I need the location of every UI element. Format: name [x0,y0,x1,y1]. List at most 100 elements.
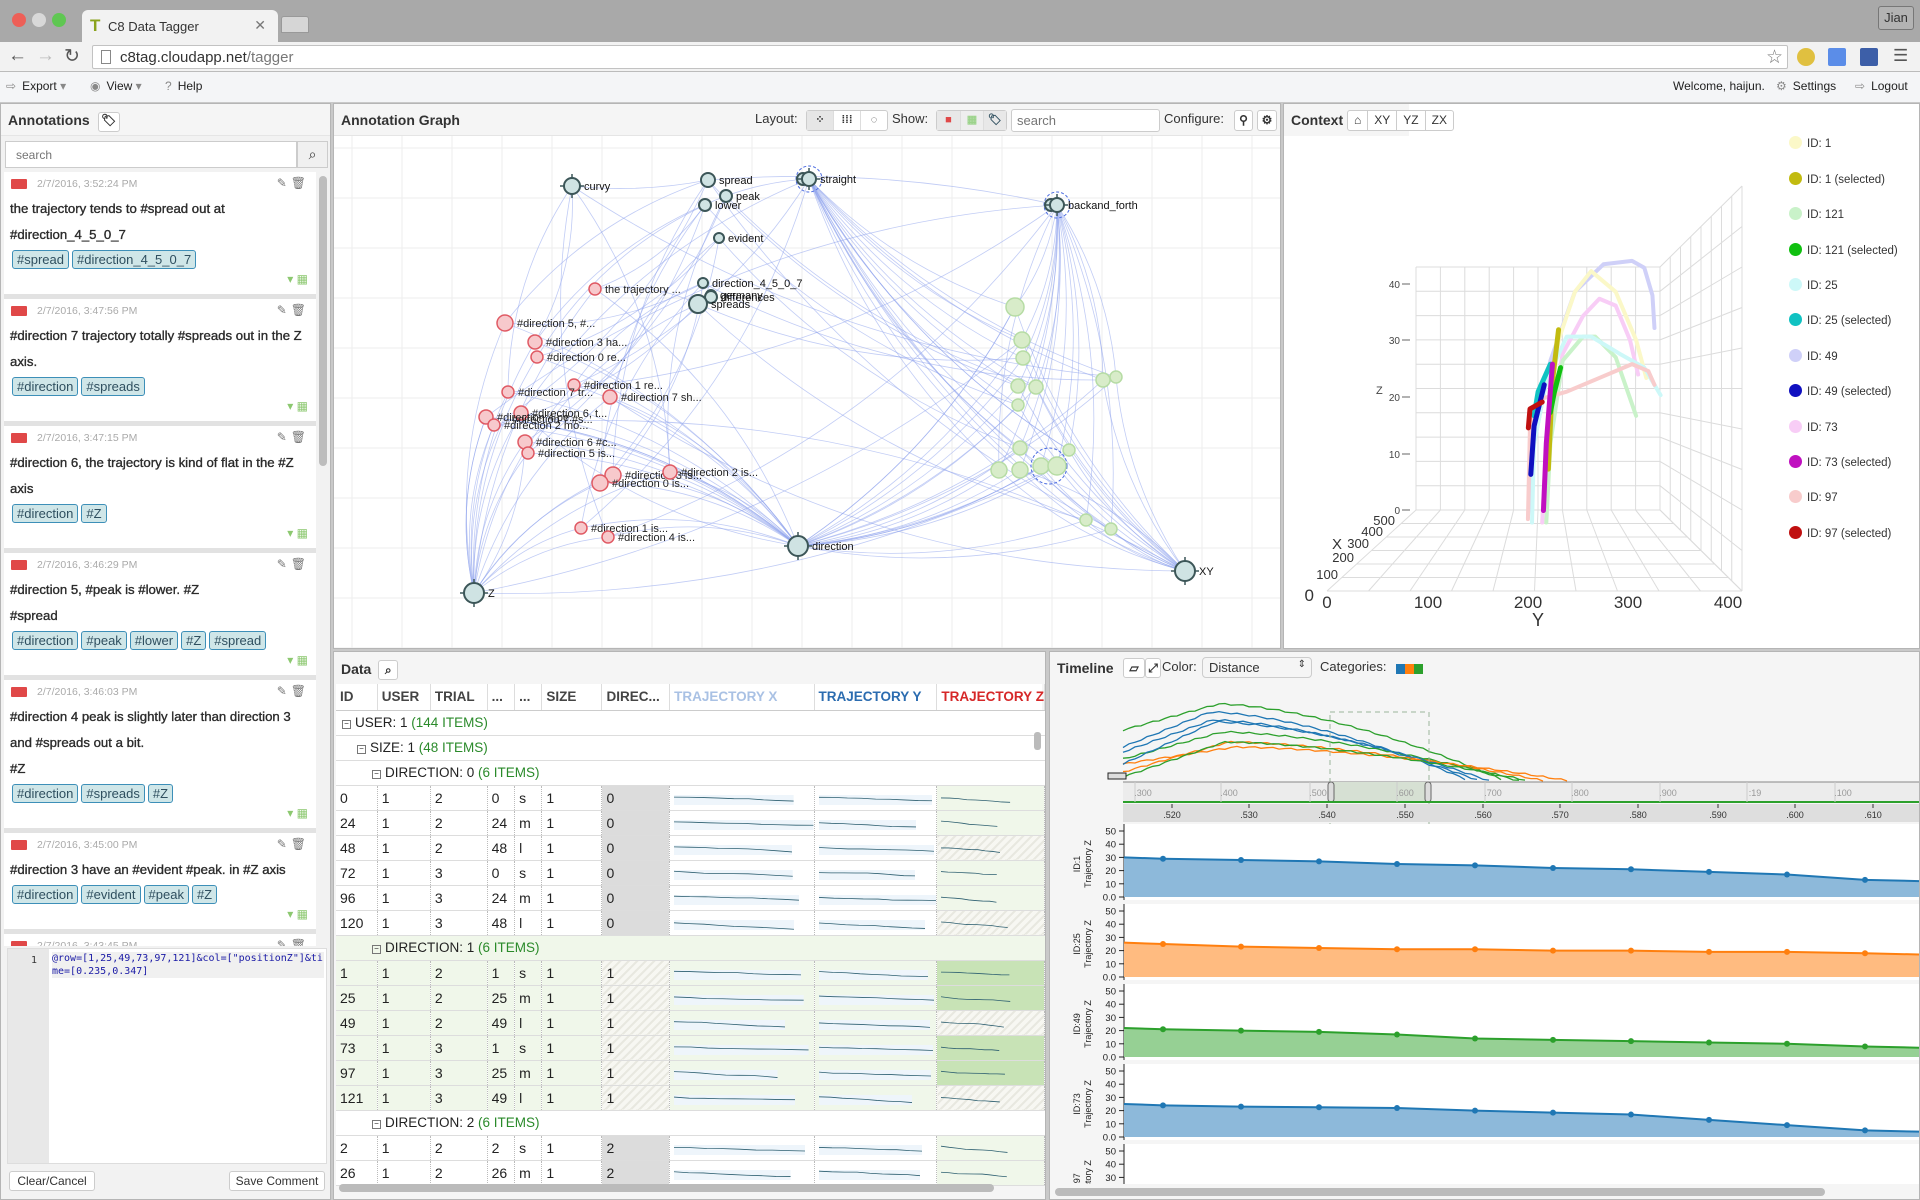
table-row[interactable]: 120 1 3 48 l 1 0 [336,910,1045,936]
table-row[interactable]: 0120s10 [336,785,1045,811]
data-point[interactable] [1550,947,1556,954]
tag-node[interactable]: spread [700,172,753,188]
table-row[interactable]: 48 1 2 48 l 1 0 [336,835,1045,861]
data-point[interactable] [1706,1039,1712,1046]
legend-item[interactable]: ID: 121 [1789,207,1919,221]
data-point[interactable] [1238,943,1244,950]
edit-icon[interactable]: ✎ [277,176,291,190]
data-node[interactable] [1015,350,1031,366]
expand-icon[interactable]: ⤢ [1145,658,1161,678]
tag-chip[interactable]: #Z [191,885,218,904]
group-row[interactable]: − USER: 1 (144 ITEMS) [336,710,1045,736]
column-header[interactable]: ID [336,684,378,711]
data-node[interactable] [1032,457,1050,475]
expand-caret-icon[interactable]: ▾ [287,907,296,921]
tag-chip[interactable]: #spread [209,631,267,650]
column-header[interactable]: TRAJECTORY Z [936,684,1045,711]
data-point[interactable] [1784,871,1790,878]
column-header[interactable]: ... [487,684,516,711]
eraser-icon[interactable]: ▱ [1123,658,1145,678]
annotation-node[interactable] [574,521,588,535]
edit-icon[interactable]: ✎ [277,837,291,851]
data-node[interactable] [990,461,1008,479]
data-search-icon[interactable]: ⌕ [378,660,399,680]
table-row[interactable]: 2122s12 [336,1135,1045,1161]
data-point[interactable] [1472,946,1478,953]
data-node[interactable] [1079,513,1093,527]
data-node[interactable] [1062,443,1076,457]
view-menu[interactable]: ◉ View ▾ [90,79,142,93]
table-icon[interactable]: ▦ [297,399,308,413]
expand-caret-icon[interactable]: ▾ [287,653,296,667]
table-icon[interactable]: ▦ [297,653,308,667]
group-row[interactable]: − DIRECTION: 2 (6 ITEMS) [336,1110,1045,1136]
tag-chip[interactable]: #direction_4_5_0_7 [71,250,197,269]
color-select[interactable]: Distance ⇕ [1202,657,1312,678]
annotation-card[interactable]: 2/7/2016, 3:47:15 PM ✎🗑 #direction 6, the … [4,426,316,548]
data-point[interactable] [1550,1109,1556,1116]
edit-icon[interactable]: ✎ [277,430,291,444]
tag-node[interactable]: direction_4_5_0_7 [697,277,803,290]
data-node[interactable] [1011,398,1025,412]
expand-caret-icon[interactable]: ▾ [287,399,296,413]
group-row[interactable]: − SIZE: 1 (48 ITEMS) [336,735,1045,761]
trash-icon[interactable]: 🗑 [291,303,310,317]
new-tab-button[interactable] [281,16,309,33]
data-point[interactable] [1862,950,1868,957]
legend-item[interactable]: ID: 1 [1789,136,1919,150]
data-point[interactable] [1160,941,1166,947]
data-point[interactable] [1706,948,1712,955]
data-point[interactable] [1394,1031,1400,1038]
annotation-node[interactable] [602,389,618,405]
minimize-window-button[interactable] [32,13,46,27]
legend-item[interactable]: ID: 97 (selected) [1789,526,1919,540]
tag-filter-button[interactable]: 🏷 [97,112,120,132]
comment-toggle-icon[interactable]: ■ [937,111,961,130]
data-point[interactable] [1706,868,1712,875]
data-point[interactable] [1862,1043,1868,1050]
trash-icon[interactable]: 🗑 [291,684,310,698]
reload-icon[interactable]: ↻ [64,45,80,68]
data-point[interactable] [1784,1122,1790,1129]
table-row[interactable]: 49 1 2 49 l 1 1 [336,1010,1045,1036]
column-header[interactable]: SIZE [541,684,603,711]
annotation-search-input[interactable] [5,141,297,168]
table-row[interactable]: 73 1 3 1 s 1 1 [336,1035,1045,1061]
table-toggle-icon[interactable]: ▦ [961,111,984,130]
tag-node[interactable]: lower [698,198,742,212]
data-point[interactable] [1316,858,1322,865]
category-swatch[interactable] [1396,664,1405,674]
keyboard-extension-icon[interactable] [1828,48,1846,66]
annotation-node[interactable] [530,350,544,364]
data-point[interactable] [1472,1107,1478,1114]
annotation-card[interactable]: 2/7/2016, 3:46:03 PM ✎🗑 #direction 4 peak … [4,680,316,828]
trash-icon[interactable]: 🗑 [291,837,310,851]
data-node[interactable] [1012,440,1028,456]
annotation-node[interactable] [601,530,615,544]
column-header[interactable]: TRIAL [430,684,488,711]
circle-layout-icon[interactable]: ◌ [861,111,887,130]
tag-node[interactable]: Z [460,579,495,607]
gear-icon[interactable]: ⚙ [1257,110,1277,131]
forward-arrow-icon[interactable]: → [36,45,55,67]
timeline-chart[interactable]: 50 40 30 20 10 0.0 ID:1 Trajectory Z [1072,824,1920,904]
brush-handle[interactable] [1424,781,1432,803]
data-node[interactable] [1047,456,1067,476]
maximize-window-button[interactable] [52,13,66,27]
category-swatch[interactable] [1414,664,1423,674]
editor-code[interactable]: @row=[1,25,49,73,97,121]&col=["positionZ… [52,952,324,978]
save-comment-button[interactable]: Save Comment [229,1171,325,1191]
data-node[interactable] [1028,379,1044,395]
data-point[interactable] [1628,1038,1634,1045]
tag-chip[interactable]: #peak [81,631,127,650]
annotation-card[interactable]: 2/7/2016, 3:45:00 PM ✎🗑 #direction 3 have … [4,833,316,929]
table-row[interactable]: 121 1 3 49 l 1 1 [336,1085,1045,1111]
annotation-graph-canvas[interactable]: the trajectory ... #direction 5, #... #dir… [334,136,1281,649]
data-point[interactable] [1160,855,1166,862]
tag-chip[interactable]: #spread [12,250,69,269]
column-header[interactable]: TRAJECTORY X [669,684,815,711]
annotation-node[interactable] [588,282,602,296]
edit-icon[interactable]: ✎ [277,557,291,571]
data-point[interactable] [1394,1104,1400,1111]
group-row[interactable]: − DIRECTION: 1 (6 ITEMS) [336,935,1045,961]
